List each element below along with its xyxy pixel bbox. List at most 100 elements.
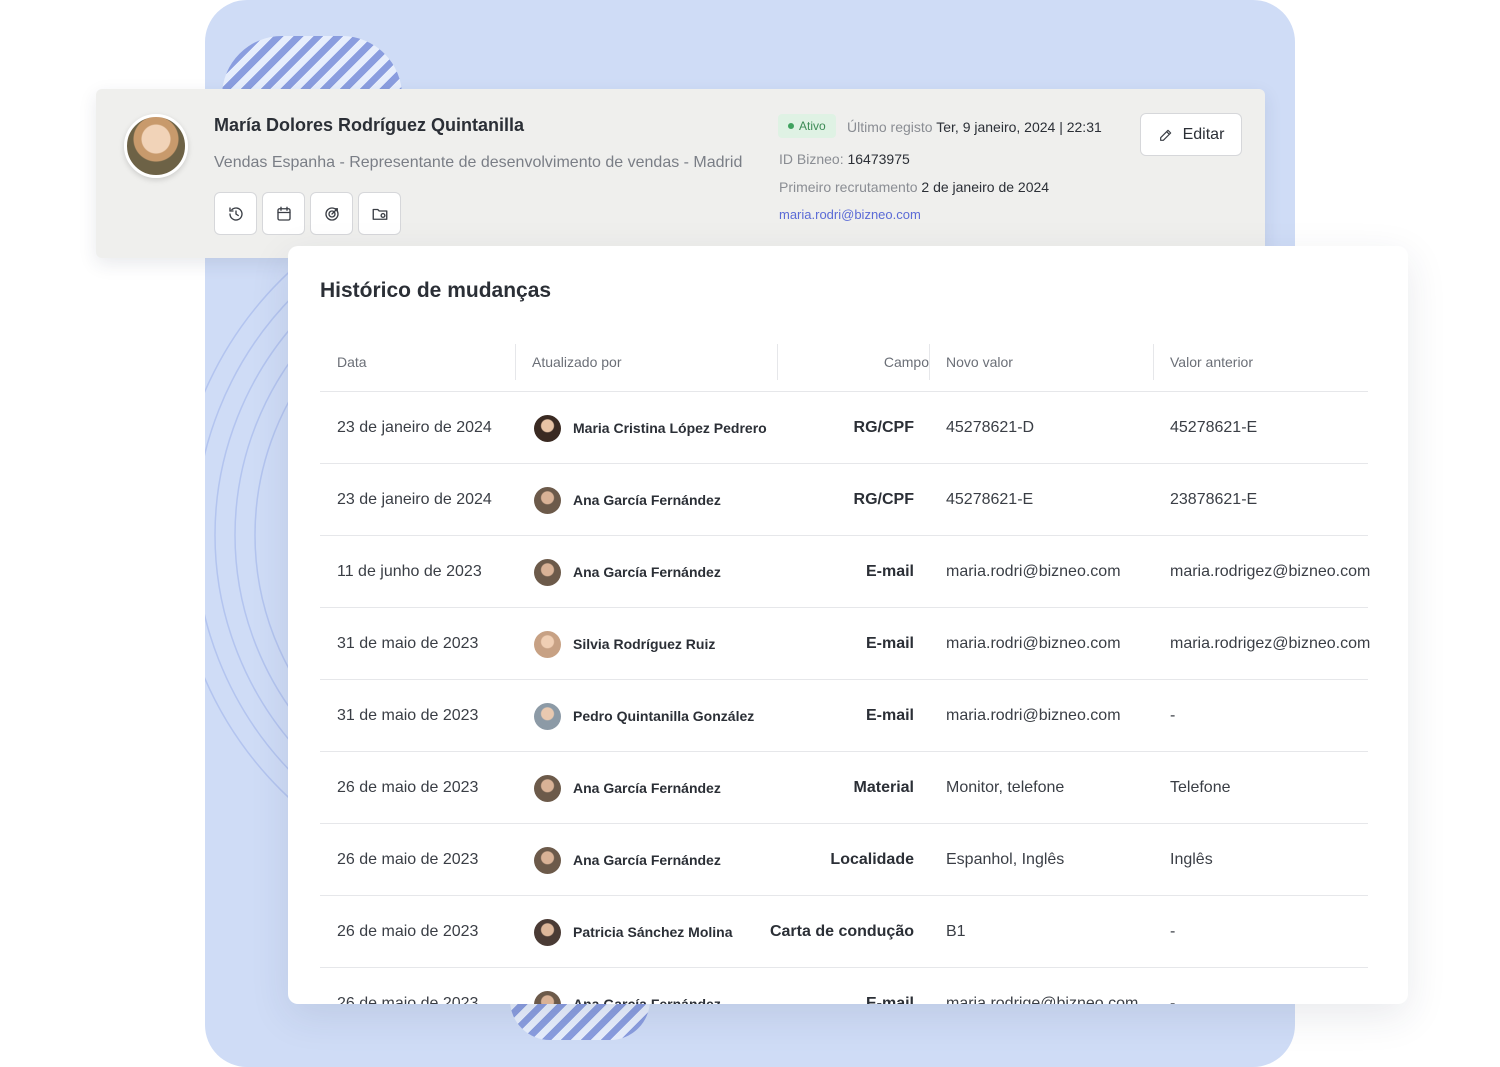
row-updated-by: Maria Cristina López Pedrero	[534, 392, 767, 464]
calendar-button[interactable]	[262, 192, 305, 235]
table-row[interactable]: 23 de janeiro de 2024 Ana García Fernánde…	[320, 464, 1368, 536]
row-field: E-mail	[865, 995, 914, 1004]
row-old-value: 45278621-E	[1170, 419, 1258, 436]
row-new-value: B1	[946, 923, 966, 940]
table-row[interactable]: 23 de janeiro de 2024 Maria Cristina Lópe…	[320, 392, 1368, 464]
row-date: 11 de junho de 2023	[337, 563, 482, 580]
row-field: RG/CPF	[853, 419, 914, 436]
row-old-value: Telefone	[1170, 779, 1231, 796]
status-badge: Ativo	[778, 114, 836, 138]
table-row[interactable]: 31 de maio de 2023 Pedro Quintanilla Gonz…	[320, 680, 1368, 752]
table-header: Data Atualizado por Campo Novo valor Val…	[320, 344, 1368, 392]
decorative-stripes-bottom	[510, 1000, 650, 1040]
avatar	[534, 846, 561, 874]
table-row[interactable]: 26 de maio de 2023 Ana García Fernández Ma…	[320, 752, 1368, 824]
row-field: E-mail	[865, 635, 914, 652]
table-row[interactable]: 26 de maio de 2023 Ana García Fernández Lo…	[320, 824, 1368, 896]
row-updated-by: Ana García Fernández	[534, 968, 721, 1004]
row-date: 26 de maio de 2023	[337, 851, 479, 868]
history-table: Data Atualizado por Campo Novo valor Val…	[320, 344, 1371, 1004]
row-old-value: -	[1170, 707, 1176, 724]
row-new-value: 45278621-E	[946, 491, 1034, 508]
row-user-name: Ana García Fernández	[573, 492, 721, 508]
row-new-value: maria.rodri@bizneo.com	[946, 635, 1121, 652]
row-user-name: Maria Cristina López Pedrero	[573, 420, 767, 436]
column-header-date[interactable]: Data	[337, 344, 367, 380]
row-field: E-mail	[865, 563, 914, 580]
row-field: Carta de condução	[769, 923, 914, 940]
row-old-value: -	[1170, 995, 1176, 1004]
row-new-value: Monitor, telefone	[946, 779, 1065, 796]
avatar	[124, 114, 188, 178]
row-old-value: Inglês	[1170, 851, 1213, 868]
table-row[interactable]: 26 de maio de 2023 Ana García Fernández E-…	[320, 968, 1368, 1004]
status-label: Ativo	[799, 119, 826, 133]
first-recruitment-value: 2 de janeiro de 2024	[921, 179, 1050, 195]
calendar-icon	[276, 206, 291, 221]
row-field: E-mail	[865, 707, 914, 724]
avatar	[534, 774, 561, 802]
row-old-value: -	[1170, 923, 1176, 940]
edit-button-label: Editar	[1182, 125, 1225, 143]
row-old-value: maria.rodrigez@bizneo.com	[1170, 563, 1371, 580]
table-row[interactable]: 31 de maio de 2023 Silvia Rodríguez Ruiz E…	[320, 608, 1370, 680]
row-date: 26 de maio de 2023	[337, 779, 479, 796]
row-user-name: Ana García Fernández	[573, 996, 721, 1004]
bizneo-id-value: 16473975	[847, 151, 910, 167]
column-header-field[interactable]: Campo	[777, 344, 929, 380]
row-old-value: 23878621-E	[1170, 491, 1258, 508]
avatar	[534, 990, 561, 1004]
row-updated-by: Silvia Rodríguez Ruiz	[534, 608, 715, 680]
row-new-value: maria.rodri@bizneo.com	[946, 707, 1121, 724]
row-date: 23 de janeiro de 2024	[337, 491, 492, 508]
avatar	[534, 414, 561, 442]
goals-button[interactable]	[310, 192, 353, 235]
row-new-value: Espanhol, Inglês	[946, 851, 1065, 868]
row-updated-by: Ana García Fernández	[534, 752, 721, 824]
first-recruitment: Primeiro recrutamento 2 de janeiro de 20…	[779, 179, 1049, 195]
column-header-old-value[interactable]: Valor anterior	[1153, 344, 1253, 380]
email-link[interactable]: maria.rodri@bizneo.com	[779, 207, 921, 222]
row-date: 26 de maio de 2023	[337, 995, 479, 1004]
row-user-name: Ana García Fernández	[573, 780, 721, 796]
history-button[interactable]	[214, 192, 257, 235]
avatar	[534, 486, 561, 514]
pencil-icon	[1159, 129, 1171, 141]
first-recruitment-label: Primeiro recrutamento	[779, 179, 918, 195]
status-dot	[788, 123, 794, 129]
row-new-value: maria.rodri@bizneo.com	[946, 563, 1121, 580]
history-card: Histórico de mudanças Data Atualizado po…	[288, 246, 1408, 1004]
row-user-name: Ana García Fernández	[573, 564, 721, 580]
history-icon	[228, 206, 243, 221]
column-header-new-value[interactable]: Novo valor	[929, 344, 1013, 380]
avatar	[534, 702, 561, 730]
row-field: Localidade	[830, 851, 914, 868]
row-user-name: Ana García Fernández	[573, 852, 721, 868]
row-date: 31 de maio de 2023	[337, 635, 479, 652]
table-row[interactable]: 11 de junho de 2023 Ana García Fernández E…	[320, 536, 1371, 608]
employee-name: María Dolores Rodríguez Quintanilla	[214, 115, 525, 135]
history-title: Histórico de mudanças	[320, 279, 552, 302]
row-user-name: Silvia Rodríguez Ruiz	[573, 636, 716, 652]
table-row[interactable]: 26 de maio de 2023 Patricia Sánchez Molin…	[320, 896, 1368, 968]
avatar	[534, 558, 561, 586]
row-field: Material	[853, 779, 914, 796]
last-record: Último registo Ter, 9 janeiro, 2024 | 22…	[847, 119, 1102, 135]
column-header-updated-by[interactable]: Atualizado por	[515, 344, 622, 380]
avatar	[534, 630, 561, 658]
row-date: 31 de maio de 2023	[337, 707, 479, 724]
documents-button[interactable]	[358, 192, 401, 235]
row-date: 23 de janeiro de 2024	[337, 419, 492, 436]
edit-button[interactable]: Editar	[1140, 113, 1242, 156]
decorative-rings	[205, 255, 295, 955]
target-icon	[324, 206, 339, 221]
row-date: 26 de maio de 2023	[337, 923, 479, 940]
table-body: 23 de janeiro de 2024 Maria Cristina Lópe…	[320, 392, 1371, 1004]
row-field: RG/CPF	[853, 491, 914, 508]
row-updated-by: Patricia Sánchez Molina	[534, 896, 733, 968]
row-updated-by: Ana García Fernández	[534, 464, 721, 536]
row-new-value: maria.rodrige@bizneo.com	[946, 995, 1139, 1004]
row-user-name: Patricia Sánchez Molina	[573, 924, 733, 940]
row-user-name: Pedro Quintanilla González	[573, 708, 755, 724]
last-record-label: Último registo	[847, 119, 933, 135]
